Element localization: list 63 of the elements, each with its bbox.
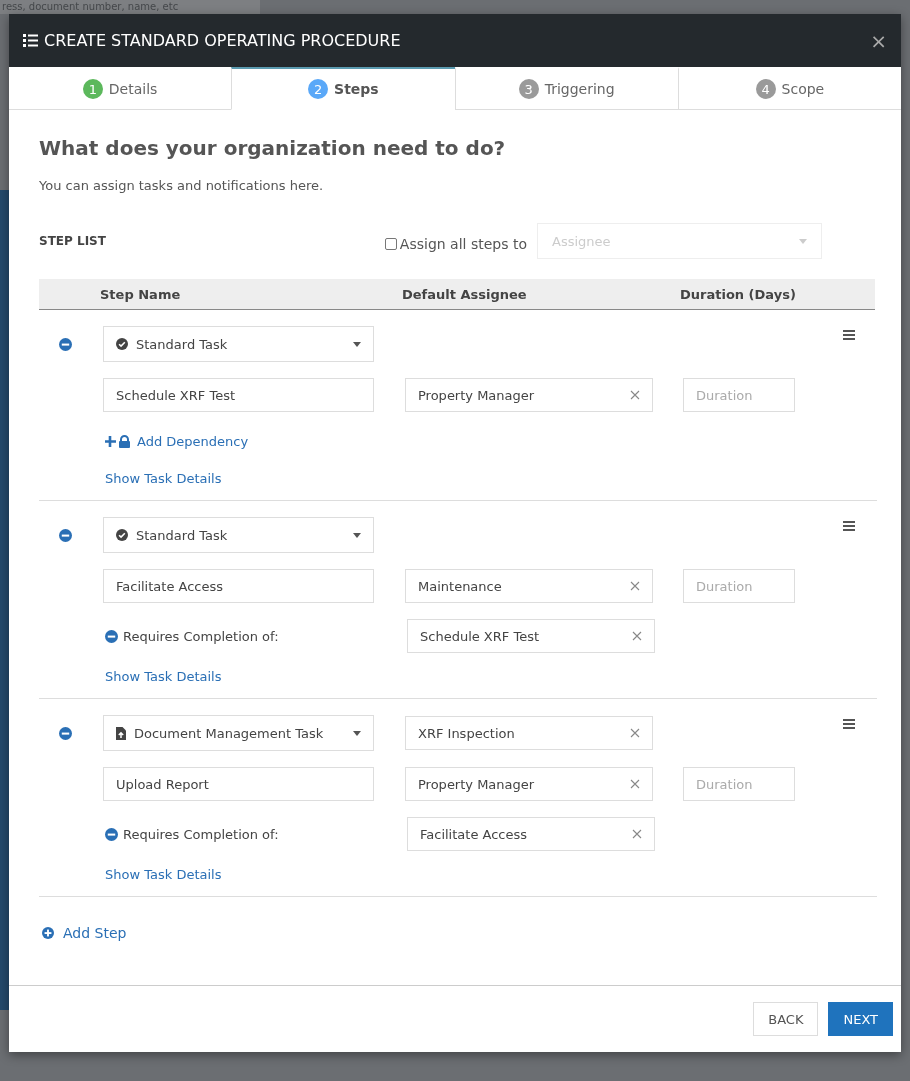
requires-label: Requires Completion of: bbox=[123, 628, 279, 644]
remove-icon[interactable] bbox=[59, 337, 72, 351]
drag-handle-icon[interactable] bbox=[843, 521, 855, 531]
task-type-dropdown[interactable]: Document Management Task bbox=[103, 715, 374, 751]
remove-icon[interactable] bbox=[105, 629, 118, 643]
drag-handle-icon[interactable] bbox=[843, 330, 855, 340]
show-task-details-link[interactable]: Show Task Details bbox=[105, 669, 222, 684]
file-upload-icon bbox=[116, 726, 126, 740]
next-button[interactable]: NEXT bbox=[828, 1002, 893, 1036]
add-icon bbox=[42, 927, 54, 939]
close-button[interactable]: × bbox=[870, 28, 887, 53]
input-field[interactable]: Upload Report bbox=[103, 767, 374, 801]
tab[interactable]: 4 Scope bbox=[677, 67, 901, 110]
clear-icon[interactable] bbox=[630, 728, 640, 738]
caret-icon bbox=[353, 532, 361, 538]
column-header: Default Assignee bbox=[402, 286, 527, 302]
column-header: Duration (Days) bbox=[680, 286, 796, 302]
clear-icon[interactable] bbox=[632, 631, 642, 641]
page-heading: What does your organization need to do? bbox=[39, 136, 507, 160]
column-header: Step Name bbox=[100, 286, 181, 302]
tab[interactable]: 1 Details bbox=[9, 67, 232, 110]
drag-handle-icon[interactable] bbox=[843, 719, 855, 729]
select-field[interactable]: Property Manager bbox=[405, 378, 653, 412]
tab[interactable]: 3 Triggering bbox=[454, 67, 678, 110]
checkbox-label: Assign all steps to bbox=[399, 236, 527, 252]
add-step-link[interactable]: Add Step bbox=[42, 925, 127, 941]
add-lock-icon bbox=[105, 435, 131, 448]
clear-icon[interactable] bbox=[630, 390, 640, 400]
show-task-details-link[interactable]: Show Task Details bbox=[105, 471, 222, 486]
clear-icon[interactable] bbox=[630, 581, 640, 591]
input-field[interactable]: Schedule XRF Test bbox=[103, 378, 374, 412]
step-number-badge: 4 bbox=[755, 79, 776, 99]
tab[interactable]: 2 Steps bbox=[231, 67, 455, 110]
list-icon bbox=[23, 34, 38, 47]
caret-icon bbox=[353, 730, 361, 736]
checkbox[interactable] bbox=[384, 238, 397, 250]
show-task-details-link[interactable]: Show Task Details bbox=[105, 867, 222, 882]
step-number-badge: 1 bbox=[82, 79, 103, 99]
check-circle-icon bbox=[116, 529, 128, 541]
remove-icon[interactable] bbox=[105, 827, 118, 841]
section-label: STEP LIST bbox=[39, 234, 106, 248]
back-button[interactable]: BACK bbox=[753, 1002, 819, 1036]
clear-icon[interactable] bbox=[630, 779, 640, 789]
requires-label: Requires Completion of: bbox=[123, 826, 279, 842]
task-type-dropdown[interactable]: Standard Task bbox=[103, 326, 374, 362]
select-field[interactable]: Facilitate Access bbox=[407, 817, 655, 851]
step-number-badge: 3 bbox=[518, 79, 539, 99]
select-field[interactable]: XRF Inspection bbox=[405, 716, 653, 750]
check-circle-icon bbox=[116, 338, 128, 350]
caret-icon bbox=[353, 341, 361, 347]
remove-icon[interactable] bbox=[59, 726, 72, 740]
caret-icon bbox=[799, 238, 807, 244]
input-field[interactable]: Facilitate Access bbox=[103, 569, 374, 603]
remove-icon[interactable] bbox=[59, 528, 72, 542]
page-description: You can assign tasks and notifications here. bbox=[39, 178, 325, 193]
task-type-dropdown[interactable]: Standard Task bbox=[103, 517, 374, 553]
add-dependency-link[interactable]: Add Dependency bbox=[105, 434, 249, 449]
select-field[interactable]: Maintenance bbox=[405, 569, 653, 603]
step-number-badge: 2 bbox=[308, 79, 329, 99]
select-field[interactable]: Schedule XRF Test bbox=[407, 619, 655, 653]
clear-icon[interactable] bbox=[632, 829, 642, 839]
dialog-title: CREATE STANDARD OPERATING PROCEDURE bbox=[44, 31, 401, 50]
select-field[interactable]: Property Manager bbox=[405, 767, 653, 801]
